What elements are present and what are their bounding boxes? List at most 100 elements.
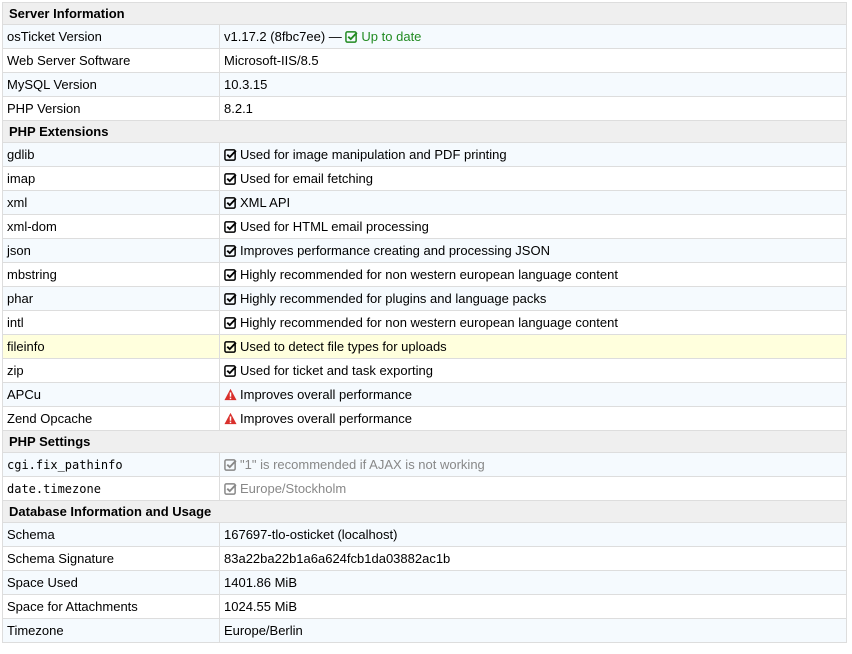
table-row: Schema Signature 83a22ba22b1a6a624fcb1da… <box>2 546 847 571</box>
check-square-icon <box>345 30 358 43</box>
check-square-icon <box>224 482 237 495</box>
row-value: Europe/Stockholm <box>219 476 847 501</box>
row-label: imap <box>2 166 220 191</box>
row-value: 10.3.15 <box>219 72 847 97</box>
row-value: v1.17.2 (8fbc7ee) — Up to date <box>219 24 847 49</box>
row-label: date.timezone <box>2 476 220 501</box>
table-row: json Improves performance creating and p… <box>2 238 847 263</box>
table-row: xml XML API <box>2 190 847 215</box>
section-header-server: Server Information <box>2 2 847 25</box>
check-square-icon <box>224 268 237 281</box>
table-row: imap Used for email fetching <box>2 166 847 191</box>
row-value-text: Improves overall performance <box>240 411 412 426</box>
row-value-text: Highly recommended for non western europ… <box>240 315 618 330</box>
table-row: zip Used for ticket and task exporting <box>2 358 847 383</box>
table-row: cgi.fix_pathinfo "1" is recommended if A… <box>2 452 847 477</box>
section-header-extensions: PHP Extensions <box>2 120 847 143</box>
table-row: intl Highly recommended for non western … <box>2 310 847 335</box>
row-value-text: Used for email fetching <box>240 171 373 186</box>
check-square-icon <box>224 292 237 305</box>
row-label: MySQL Version <box>2 72 220 97</box>
row-value: Highly recommended for plugins and langu… <box>219 286 847 311</box>
row-label: xml-dom <box>2 214 220 239</box>
section-header-settings: PHP Settings <box>2 430 847 453</box>
row-value-text: Used for ticket and task exporting <box>240 363 433 378</box>
row-value: 1401.86 MiB <box>219 570 847 595</box>
row-value: 1024.55 MiB <box>219 594 847 619</box>
check-square-icon <box>224 364 237 377</box>
check-square-icon <box>224 172 237 185</box>
check-square-icon <box>224 196 237 209</box>
row-label: cgi.fix_pathinfo <box>2 452 220 477</box>
row-label: Timezone <box>2 618 220 643</box>
row-value-text: Used to detect file types for uploads <box>240 339 447 354</box>
table-row: Space for Attachments 1024.55 MiB <box>2 594 847 619</box>
row-value: Used for email fetching <box>219 166 847 191</box>
row-value: Europe/Berlin <box>219 618 847 643</box>
table-row: MySQL Version 10.3.15 <box>2 72 847 97</box>
row-value: Used for image manipulation and PDF prin… <box>219 142 847 167</box>
row-label: Schema <box>2 522 220 547</box>
check-square-icon <box>224 148 237 161</box>
table-row: mbstring Highly recommended for non west… <box>2 262 847 287</box>
row-value-text: XML API <box>240 195 291 210</box>
version-value: v1.17.2 (8fbc7ee) — <box>224 29 342 44</box>
row-label: Web Server Software <box>2 48 220 73</box>
row-label: mbstring <box>2 262 220 287</box>
row-value-text: Highly recommended for plugins and langu… <box>240 291 547 306</box>
row-label: Space for Attachments <box>2 594 220 619</box>
row-value: Used to detect file types for uploads <box>219 334 847 359</box>
row-value: Highly recommended for non western europ… <box>219 262 847 287</box>
check-square-icon <box>224 340 237 353</box>
table-row-highlighted: fileinfo Used to detect file types for u… <box>2 334 847 359</box>
table-row: APCu Improves overall performance <box>2 382 847 407</box>
row-label: APCu <box>2 382 220 407</box>
table-row: phar Highly recommended for plugins and … <box>2 286 847 311</box>
row-value: XML API <box>219 190 847 215</box>
row-label: Zend Opcache <box>2 406 220 431</box>
row-value: 83a22ba22b1a6a624fcb1da03882ac1b <box>219 546 847 571</box>
row-value: Improves overall performance <box>219 382 847 407</box>
row-value: Used for ticket and task exporting <box>219 358 847 383</box>
row-value-text: Used for HTML email processing <box>240 219 429 234</box>
section-header-database: Database Information and Usage <box>2 500 847 523</box>
section-title: Database Information and Usage <box>2 500 847 523</box>
table-row: Web Server Software Microsoft-IIS/8.5 <box>2 48 847 73</box>
row-value-text: Improves performance creating and proces… <box>240 243 550 258</box>
row-value-text: Used for image manipulation and PDF prin… <box>240 147 507 162</box>
check-square-icon <box>224 220 237 233</box>
section-title: Server Information <box>2 2 847 25</box>
warning-icon <box>224 412 237 425</box>
row-value: "1" is recommended if AJAX is not workin… <box>219 452 847 477</box>
update-status-label: Up to date <box>361 29 422 44</box>
table-row: Timezone Europe/Berlin <box>2 618 847 643</box>
section-title: PHP Extensions <box>2 120 847 143</box>
row-value-text: Europe/Stockholm <box>240 481 347 496</box>
table-row: gdlib Used for image manipulation and PD… <box>2 142 847 167</box>
table-row: PHP Version 8.2.1 <box>2 96 847 121</box>
row-value: 167697-tlo-osticket (localhost) <box>219 522 847 547</box>
row-label: gdlib <box>2 142 220 167</box>
row-label: json <box>2 238 220 263</box>
table-row: Space Used 1401.86 MiB <box>2 570 847 595</box>
row-label: Schema Signature <box>2 546 220 571</box>
update-status[interactable]: Up to date <box>345 29 421 44</box>
row-label: xml <box>2 190 220 215</box>
row-label: osTicket Version <box>2 24 220 49</box>
row-label: fileinfo <box>2 334 220 359</box>
row-label: zip <box>2 358 220 383</box>
check-square-icon <box>224 316 237 329</box>
check-square-icon <box>224 244 237 257</box>
check-square-icon <box>224 458 237 471</box>
row-label: intl <box>2 310 220 335</box>
row-value-text: Improves overall performance <box>240 387 412 402</box>
row-value: Improves overall performance <box>219 406 847 431</box>
system-information-table: Server Information osTicket Version v1.1… <box>2 2 847 643</box>
row-label: phar <box>2 286 220 311</box>
row-label: Space Used <box>2 570 220 595</box>
row-label: PHP Version <box>2 96 220 121</box>
row-value: Used for HTML email processing <box>219 214 847 239</box>
section-title: PHP Settings <box>2 430 847 453</box>
table-row: Zend Opcache Improves overall performanc… <box>2 406 847 431</box>
table-row: date.timezone Europe/Stockholm <box>2 476 847 501</box>
